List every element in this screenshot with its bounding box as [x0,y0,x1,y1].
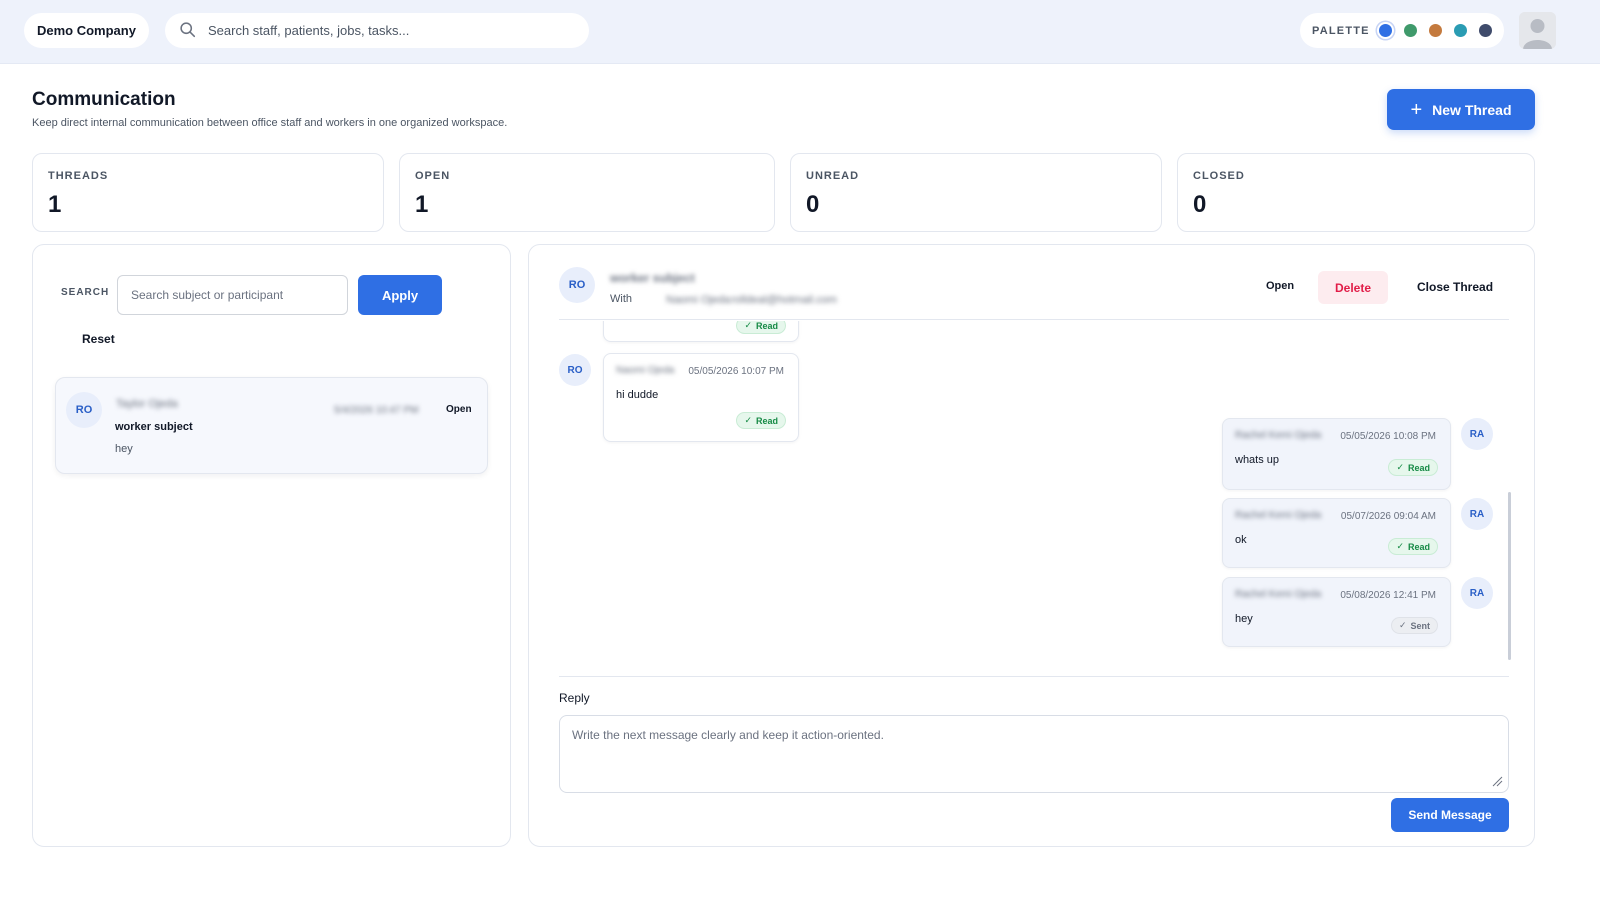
check-icon: ✓ [1398,620,1407,630]
message-status: Read [755,321,778,331]
stat-value: 1 [415,191,429,218]
top-bar: Demo Company PALETTE [0,0,1600,64]
read-badge: ✓ Read [736,321,786,334]
message-time: 05/05/2026 10:07 PM [688,366,784,377]
message-sender: Rachel Kemi Ojeda [1235,510,1322,521]
avatar: RO [559,267,595,303]
stat-label: THREADS [48,170,109,182]
message-status: Read [755,415,778,426]
read-badge: ✓ Read [1388,459,1438,476]
conversation-subject: worker subject [610,271,695,285]
read-badge: ✓ Read [1388,538,1438,555]
message-bubble: ✓ Read [603,321,799,342]
user-avatar-icon[interactable] [1519,12,1556,49]
palette-color-blue[interactable] [1378,24,1392,37]
thread-date: 5/4/2026 10:47 PM [334,405,419,416]
global-search[interactable] [165,13,589,48]
message-bubble: Naomi Ojeda 05/05/2026 10:07 PM hi dudde… [603,353,799,442]
thread-list-panel: SEARCH Apply Reset RO Taylor Ojeda 5/4/2… [32,244,511,847]
stat-card-unread: UNREAD 0 [790,153,1162,232]
new-thread-label: New Thread [1432,101,1512,118]
stat-card-open: OPEN 1 [399,153,775,232]
participant-name: Naomi Ojeda [666,294,731,306]
send-message-button[interactable]: Send Message [1391,798,1509,832]
message-time: 05/05/2026 10:08 PM [1340,431,1436,442]
message-bubble: Rachel Kemi Ojeda 05/08/2026 12:41 PM he… [1222,577,1451,647]
palette-label: PALETTE [1312,24,1370,37]
stat-label: UNREAD [806,170,860,182]
resize-handle-icon[interactable] [1491,775,1503,787]
message-avatar: RA [1461,418,1493,450]
stat-value: 1 [48,191,62,218]
message-status: Read [1407,462,1430,473]
message-bubble: Rachel Kemi Ojeda 05/07/2026 09:04 AM ok… [1222,498,1451,568]
company-switcher[interactable]: Demo Company [24,13,149,48]
thread-preview: hey [115,443,133,455]
avatar: RA [1461,418,1493,450]
sent-badge: ✓ Sent [1390,617,1438,634]
thread-search-input[interactable] [117,275,348,315]
message-text: ok [1235,534,1247,546]
message-time: 05/07/2026 09:04 AM [1340,511,1436,522]
stat-label: OPEN [415,170,451,182]
palette-color-slate[interactable] [1478,24,1492,37]
search-icon [179,21,196,41]
check-icon: ✓ [1396,541,1404,551]
thread-status: Open [446,404,472,415]
stat-card-threads: THREADS 1 [32,153,384,232]
conversation-panel: RO worker subject With Naomi Ojeda rolld… [528,244,1535,847]
message-status: Sent [1410,620,1430,631]
check-icon: ✓ [1396,462,1404,472]
divider [559,676,1509,677]
search-label: SEARCH [61,287,110,298]
thread-subject: worker subject [115,421,193,433]
message-avatar: RO [559,354,591,386]
message-avatar: RA [1461,498,1493,530]
message-sender: Rachel Kemi Ojeda [1235,589,1322,600]
delete-button[interactable]: Delete [1318,271,1388,304]
palette-color-green[interactable] [1403,24,1417,37]
participant-email: rolldeal@hotmail.com [731,294,837,306]
conversation-header: RO worker subject With Naomi Ojeda rolld… [559,267,1509,320]
message-text: whats up [1235,454,1280,466]
avatar: RA [1461,577,1493,609]
palette-color-orange[interactable] [1428,24,1442,37]
close-thread-button[interactable]: Close Thread [1417,280,1493,294]
conversation-status: Open [1266,280,1295,292]
stat-value: 0 [1193,191,1207,218]
page-subtitle: Keep direct internal communication betwe… [32,117,508,129]
page-title: Communication [32,89,176,110]
read-badge: ✓ Read [736,412,786,429]
reply-label: Reply [559,691,590,705]
check-icon: ✓ [744,415,752,425]
palette-picker: PALETTE [1300,13,1504,48]
thread-list-item[interactable]: RO Taylor Ojeda 5/4/2026 10:47 PM Open w… [55,377,488,474]
message-sender: Rachel Kemi Ojeda [1235,430,1322,441]
message-text: hi dudde [616,389,659,401]
reset-button[interactable]: Reset [82,332,115,346]
message-text: hey [1235,613,1253,625]
reply-textarea[interactable] [559,715,1509,793]
new-thread-button[interactable]: + New Thread [1387,89,1535,130]
palette-color-teal[interactable] [1453,24,1467,37]
avatar: RA [1461,498,1493,530]
thread-participant-name: Taylor Ojeda [116,398,178,410]
avatar: RO [559,354,591,386]
message-bubble: Rachel Kemi Ojeda 05/05/2026 10:08 PM wh… [1222,418,1451,490]
message-time: 05/08/2026 12:41 PM [1340,590,1436,601]
stat-label: CLOSED [1193,170,1245,182]
check-icon: ✓ [744,321,752,330]
avatar: RO [66,392,102,428]
apply-button[interactable]: Apply [358,275,442,315]
message-list[interactable]: ✓ Read RO Naomi Ojeda 05/05/2026 10:07 P… [559,321,1511,662]
plus-icon: + [1410,98,1423,121]
message-sender: Naomi Ojeda [616,365,675,376]
message-avatar: RA [1461,577,1493,609]
with-label: With [610,293,632,305]
message-scrollbar[interactable] [1508,492,1511,660]
global-search-input[interactable] [208,23,568,38]
stat-value: 0 [806,191,820,218]
message-status: Read [1407,541,1430,552]
stat-card-closed: CLOSED 0 [1177,153,1535,232]
